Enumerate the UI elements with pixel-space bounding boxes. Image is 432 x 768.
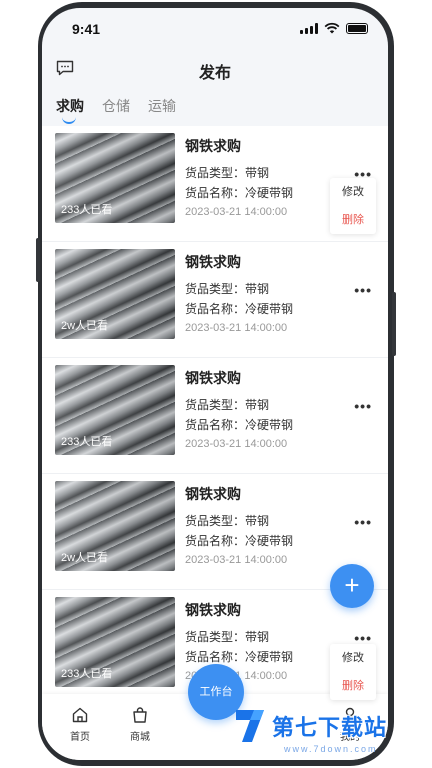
action-menu: 修改 删除 — [330, 178, 376, 234]
tab-transport[interactable]: 运输 — [148, 96, 176, 122]
steel-image: 2w人已看 — [55, 481, 175, 571]
post-info: 钢铁求购 货品类型：带钢 货品名称：冷硬带钢 2023-03-21 14:00:… — [185, 136, 293, 218]
tab-purchase[interactable]: 求购 — [56, 96, 84, 124]
tab-storage[interactable]: 仓储 — [102, 96, 130, 122]
goods-type: 货品类型：带钢 — [185, 514, 270, 528]
watermark-text: 第七下载站 — [272, 715, 388, 740]
shopping-bag-icon — [133, 707, 147, 723]
post-date: 2023-03-21 14:00:00 — [185, 322, 288, 334]
view-count: 233人已看 — [61, 204, 113, 216]
action-menu: 修改 删除 — [330, 644, 376, 700]
power-button — [392, 292, 396, 356]
post-title: 钢铁求购 — [185, 254, 241, 270]
status-time: 9:41 — [72, 21, 101, 37]
post-title: 钢铁求购 — [185, 138, 241, 154]
tabbar-home-label: 首页 — [70, 732, 90, 743]
signal-icon — [300, 22, 318, 34]
post-title: 钢铁求购 — [185, 602, 241, 618]
goods-name: 货品名称：冷硬带钢 — [185, 186, 294, 200]
tabbar-mall[interactable]: 商城 — [116, 706, 164, 743]
watermark-url: www.7down.com — [284, 744, 378, 754]
wifi-icon — [324, 22, 340, 34]
steel-image: 233人已看 — [55, 133, 175, 223]
page-title: 发布 — [198, 65, 231, 82]
tabbar-mall-label: 商城 — [130, 732, 150, 743]
tabbar-home[interactable]: 首页 — [56, 706, 104, 743]
steel-image: 2w人已看 — [55, 249, 175, 339]
view-count: 2w人已看 — [61, 552, 109, 564]
post-card[interactable]: 2w人已看 钢铁求购 货品类型：带钢 货品名称：冷硬带钢 2023-03-21 … — [42, 242, 388, 358]
post-title: 钢铁求购 — [185, 486, 241, 502]
home-icon — [72, 707, 88, 723]
site-watermark: 第七下载站 www.7down.com — [224, 700, 430, 764]
volume-button — [36, 238, 40, 282]
goods-name: 货品名称：冷硬带钢 — [185, 302, 294, 316]
post-card[interactable]: 233人已看 钢铁求购 货品类型：带钢 货品名称：冷硬带钢 2023-03-21… — [42, 358, 388, 474]
more-icon[interactable]: ••• — [354, 514, 372, 530]
view-count: 2w人已看 — [61, 320, 109, 332]
goods-type: 货品类型：带钢 — [185, 398, 270, 412]
goods-type: 货品类型：带钢 — [185, 166, 270, 180]
post-date: 2023-03-21 14:00:00 — [185, 438, 288, 450]
goods-type: 货品类型：带钢 — [185, 282, 270, 296]
watermark-logo-icon — [236, 710, 264, 742]
nav-bar: 发布 — [42, 46, 388, 90]
status-bar: 9:41 — [42, 8, 388, 48]
steel-image: 233人已看 — [55, 365, 175, 455]
goods-type: 货品类型：带钢 — [185, 630, 270, 644]
post-date: 2023-03-21 14:00:00 — [185, 206, 288, 218]
post-info: 钢铁求购 货品类型：带钢 货品名称：冷硬带钢 2023-03-21 14:00:… — [185, 484, 293, 566]
view-count: 233人已看 — [61, 668, 113, 680]
edit-button[interactable]: 修改 — [330, 644, 376, 672]
battery-icon — [346, 22, 368, 34]
post-info: 钢铁求购 货品类型：带钢 货品名称：冷硬带钢 2023-03-21 14:00:… — [185, 368, 293, 450]
more-icon[interactable]: ••• — [354, 282, 372, 298]
goods-name: 货品名称：冷硬带钢 — [185, 418, 294, 432]
steel-image: 233人已看 — [55, 597, 175, 687]
add-post-button[interactable]: + — [330, 564, 374, 608]
goods-name: 货品名称：冷硬带钢 — [185, 534, 294, 548]
delete-button[interactable]: 删除 — [330, 206, 376, 234]
status-icons — [300, 22, 368, 34]
more-icon[interactable]: ••• — [354, 398, 372, 414]
category-tabs: 求购 仓储 运输 — [56, 96, 176, 124]
post-date: 2023-03-21 14:00:00 — [185, 554, 288, 566]
view-count: 233人已看 — [61, 436, 113, 448]
phone-screen: 9:41 发布 求购 仓储 运输 233人已看 钢铁求购 货品类型：带钢 货品名… — [42, 8, 388, 760]
edit-button[interactable]: 修改 — [330, 178, 376, 206]
delete-button[interactable]: 删除 — [330, 672, 376, 700]
goods-name: 货品名称：冷硬带钢 — [185, 650, 294, 664]
post-title: 钢铁求购 — [185, 370, 241, 386]
post-info: 钢铁求购 货品类型：带钢 货品名称：冷硬带钢 2023-03-21 14:00:… — [185, 252, 293, 334]
